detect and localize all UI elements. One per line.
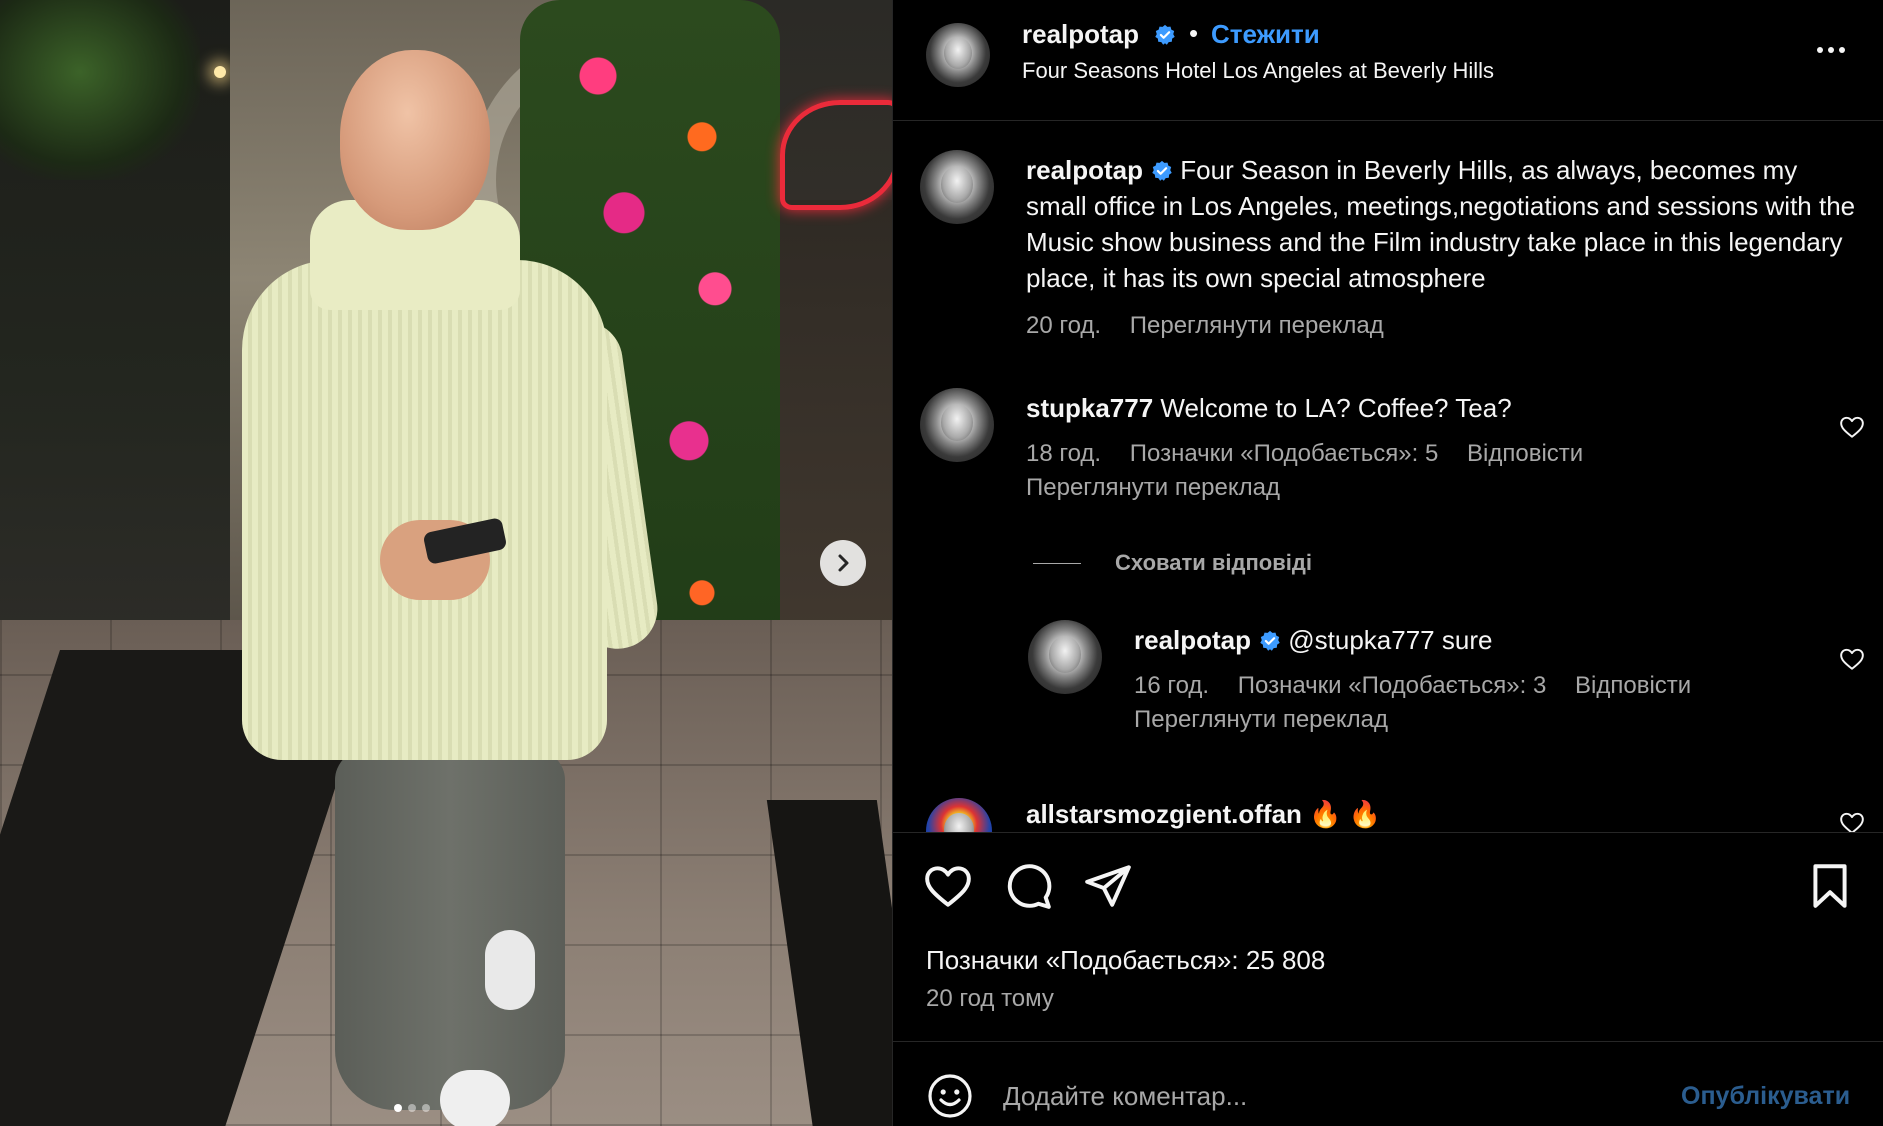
avatar[interactable] <box>920 388 994 462</box>
verified-icon <box>1155 24 1175 45</box>
caption-meta: 20 год. Переглянути переклад <box>1026 312 1384 340</box>
reply-body: @stupka777 sure <box>1288 625 1493 655</box>
reply-time[interactable]: 16 год. <box>1134 672 1209 699</box>
hide-replies-label: Сховати відповіді <box>1115 550 1312 575</box>
avatar[interactable] <box>926 23 990 87</box>
share-icon[interactable] <box>1083 861 1133 911</box>
comment-likes[interactable]: Позначки «Подобається»: 5 <box>1130 440 1439 467</box>
photo-person <box>230 50 663 1126</box>
person-shoe <box>485 930 535 1010</box>
translate-link[interactable]: Переглянути переклад <box>1026 474 1280 502</box>
person-head <box>340 50 490 230</box>
post-time[interactable]: 20 год тому <box>926 985 1054 1013</box>
comment-meta: 18 год. Позначки «Подобається»: 5 Відпов… <box>1026 440 1583 468</box>
heart-icon[interactable] <box>1839 810 1865 832</box>
reply-meta: 16 год. Позначки «Подобається»: 3 Відпов… <box>1134 672 1691 700</box>
hide-replies-button[interactable]: Сховати відповіді <box>1033 550 1312 576</box>
comment-input[interactable] <box>1003 1072 1663 1120</box>
carousel-dots <box>394 1104 430 1112</box>
bookmark-icon[interactable] <box>1805 861 1855 911</box>
post-header: realpotap • Стежити Four Seasons Hotel L… <box>893 0 1883 121</box>
reply-button[interactable]: Відповісти <box>1467 440 1583 467</box>
caption-username[interactable]: realpotap <box>1026 155 1143 185</box>
person-shoe <box>440 1070 510 1126</box>
carousel-next-button[interactable] <box>820 540 866 586</box>
reply-username[interactable]: realpotap <box>1134 625 1251 655</box>
comments-list[interactable]: realpotap Four Season in Beverly Hills, … <box>893 122 1883 832</box>
heart-icon[interactable] <box>1839 414 1865 440</box>
separator-dot: • <box>1189 18 1199 48</box>
comment-text: stupka777 Welcome to LA? Coffee? Tea? <box>1026 390 1512 426</box>
verified-icon <box>1152 160 1172 181</box>
translate-link[interactable]: Переглянути переклад <box>1134 706 1388 734</box>
comment-username[interactable]: stupka777 <box>1026 393 1153 423</box>
reply-text: realpotap @stupka777 sure <box>1134 622 1492 658</box>
comment-text: allstarsmozgient.offan 🔥 🔥 <box>1026 796 1381 832</box>
heart-icon[interactable] <box>923 861 973 911</box>
header-username[interactable]: realpotap <box>1022 19 1176 50</box>
comment-icon[interactable] <box>1003 861 1053 911</box>
follow-button[interactable]: Стежити <box>1211 19 1320 50</box>
photo-greenery <box>0 0 200 180</box>
comment-username[interactable]: allstarsmozgient.offan <box>1026 799 1302 829</box>
emoji-icon[interactable] <box>926 1072 974 1120</box>
avatar[interactable] <box>920 150 994 224</box>
carousel-dot <box>408 1104 416 1112</box>
carousel-dot <box>422 1104 430 1112</box>
avatar[interactable] <box>1028 620 1102 694</box>
post-actions: Позначки «Подобається»: 25 808 20 год то… <box>893 832 1883 1042</box>
comment-body: 🔥 🔥 <box>1309 799 1382 829</box>
caption-text: realpotap Four Season in Beverly Hills, … <box>1026 152 1856 296</box>
reply-likes[interactable]: Позначки «Подобається»: 3 <box>1238 672 1547 699</box>
translate-link[interactable]: Переглянути переклад <box>1130 312 1384 339</box>
post-photo[interactable] <box>0 0 892 1126</box>
more-icon <box>1817 47 1845 53</box>
username-text[interactable]: realpotap <box>1022 19 1139 49</box>
avatar[interactable] <box>926 798 992 832</box>
caption-time[interactable]: 20 год. <box>1026 312 1101 339</box>
comment-time[interactable]: 18 год. <box>1026 440 1101 467</box>
photo-neon-sign <box>780 100 892 210</box>
divider-line <box>1033 562 1081 564</box>
verified-icon <box>1260 630 1280 651</box>
person-sweater <box>242 260 607 760</box>
chevron-right-icon <box>838 554 849 572</box>
carousel-dot <box>394 1104 402 1112</box>
heart-icon[interactable] <box>1839 646 1865 672</box>
post-details-panel: realpotap • Стежити Four Seasons Hotel L… <box>892 0 1883 1126</box>
reply-button[interactable]: Відповісти <box>1575 672 1691 699</box>
post-comment-button[interactable]: Опублікувати <box>1681 1082 1850 1111</box>
more-options-button[interactable] <box>1811 30 1851 70</box>
person-legs <box>335 750 565 1110</box>
add-comment-bar: Опублікувати <box>893 1041 1883 1126</box>
location-link[interactable]: Four Seasons Hotel Los Angeles at Beverl… <box>1022 58 1494 84</box>
photo-lamp <box>214 66 226 78</box>
comment-body: Welcome to LA? Coffee? Tea? <box>1160 393 1512 423</box>
likes-count[interactable]: Позначки «Подобається»: 25 808 <box>926 945 1325 976</box>
